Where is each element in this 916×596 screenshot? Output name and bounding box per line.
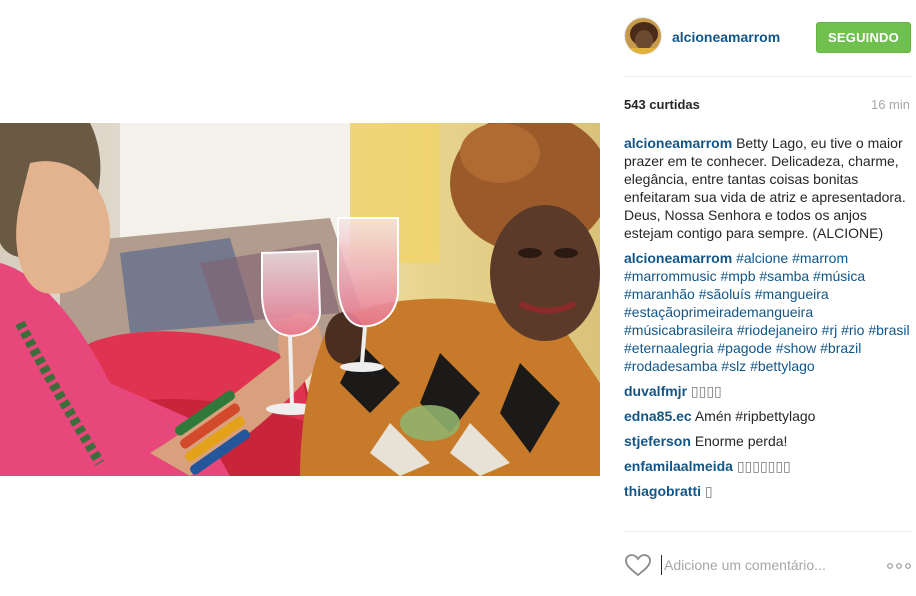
divider: [624, 76, 912, 77]
post-actions: [624, 548, 916, 584]
comment-username[interactable]: thiagobratti: [624, 483, 701, 499]
comment-username[interactable]: enfamilaalmeida: [624, 458, 733, 474]
likes-count[interactable]: 543 curtidas: [624, 97, 700, 112]
hashtags-comment: alcioneamarrom #alcione #marrom #marromm…: [624, 249, 912, 375]
comment-text: ▯: [704, 483, 713, 499]
list-item: stjeferson Enorme perda!: [624, 432, 912, 450]
more-options-icon[interactable]: [886, 556, 914, 576]
comment-username[interactable]: edna85.ec: [624, 408, 692, 424]
following-button[interactable]: SEGUINDO: [816, 22, 911, 53]
comment-text: ▯▯▯▯: [690, 383, 722, 399]
comment-username[interactable]: stjeferson: [624, 433, 691, 449]
post-modal: alcioneamarrom SEGUINDO 543 curtidas 16 …: [0, 0, 916, 596]
comments-list: alcioneamarrom Betty Lago, eu tive o mai…: [624, 134, 912, 526]
heart-outline-icon[interactable]: [624, 553, 652, 577]
comment-text: ▯▯▯▯▯▯▯: [736, 458, 791, 474]
photo-area: [0, 0, 600, 596]
list-item: thiagobratti ▯: [624, 482, 912, 500]
avatar[interactable]: [624, 17, 662, 55]
comment-username[interactable]: alcioneamarrom: [624, 135, 732, 151]
comment-input[interactable]: [661, 555, 874, 575]
post-sidebar: alcioneamarrom SEGUINDO 543 curtidas 16 …: [600, 0, 916, 596]
caption: alcioneamarrom Betty Lago, eu tive o mai…: [624, 134, 912, 242]
list-item: edna85.ec Amén #ripbettylago: [624, 407, 912, 425]
post-username[interactable]: alcioneamarrom: [672, 29, 780, 45]
post-header: alcioneamarrom SEGUINDO: [624, 17, 912, 57]
comment-username[interactable]: alcioneamarrom: [624, 250, 732, 266]
comment-username[interactable]: duvalfmjr: [624, 383, 687, 399]
divider: [624, 531, 912, 532]
post-photo[interactable]: [0, 123, 600, 476]
comment-hashtags[interactable]: #alcione #marrom #marrommusic #mpb #samb…: [624, 250, 910, 374]
list-item: duvalfmjr ▯▯▯▯: [624, 382, 912, 400]
comment-text: Amén #ripbettylago: [694, 408, 816, 424]
post-time[interactable]: 16 min: [871, 97, 910, 112]
comment-text: Enorme perda!: [694, 433, 788, 449]
list-item: enfamilaalmeida ▯▯▯▯▯▯▯: [624, 457, 912, 475]
